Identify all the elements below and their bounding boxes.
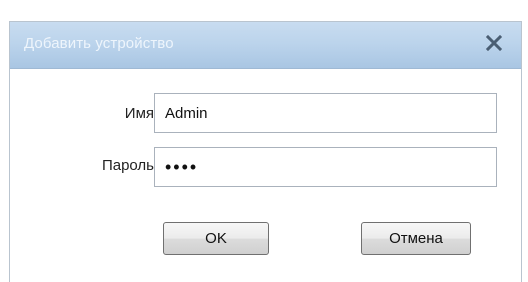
cancel-button[interactable]: Отмена — [361, 222, 471, 255]
username-label: Имя — [124, 105, 154, 122]
close-button[interactable] — [481, 30, 507, 56]
password-label: Пароль — [101, 157, 154, 174]
ok-button[interactable]: OK — [163, 222, 269, 255]
close-icon — [486, 35, 502, 51]
dialog-titlebar[interactable]: Добавить устройство — [10, 22, 521, 69]
username-field[interactable] — [154, 93, 497, 133]
dialog-title: Добавить устройство — [24, 35, 174, 52]
password-field[interactable] — [154, 147, 497, 187]
